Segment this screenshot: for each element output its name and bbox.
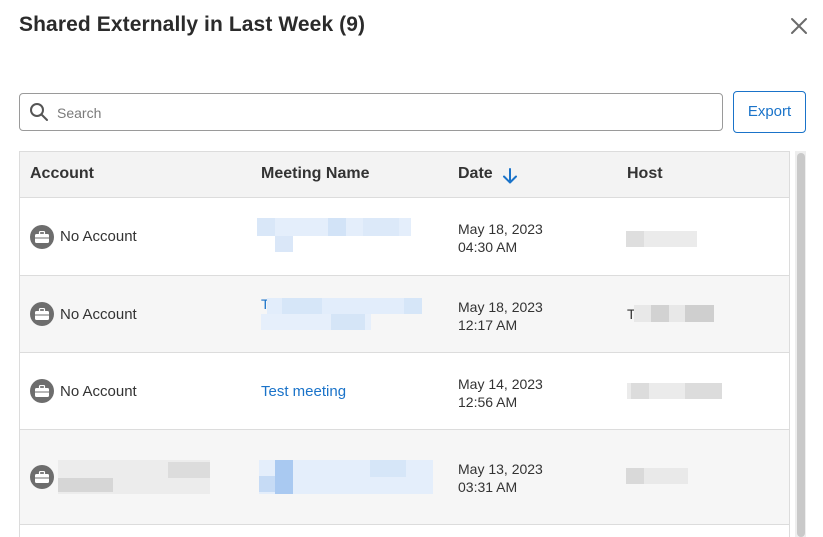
scrollbar-thumb[interactable] bbox=[797, 153, 805, 537]
column-header-date[interactable]: Date bbox=[458, 165, 493, 183]
table-row[interactable]: May 13, 2023 03:31 AM bbox=[20, 430, 789, 525]
search-icon bbox=[30, 103, 48, 121]
redaction-block bbox=[631, 383, 649, 399]
redaction-block bbox=[404, 298, 422, 314]
redaction-block bbox=[275, 460, 293, 494]
search-input[interactable] bbox=[55, 94, 719, 132]
table-header: Account Meeting Name Date Host bbox=[20, 152, 789, 198]
dialog-title: Shared Externally in Last Week (9) bbox=[19, 13, 366, 36]
date-cell: May 18, 2023 12:17 AM bbox=[458, 298, 543, 334]
redaction-block bbox=[626, 468, 644, 484]
export-button[interactable]: Export bbox=[733, 91, 806, 133]
arrow-down-icon[interactable] bbox=[502, 167, 518, 185]
redaction-block bbox=[363, 218, 399, 236]
table-row[interactable]: No Account May 18, 2023 04:30 AM bbox=[20, 198, 789, 276]
redaction-block bbox=[626, 231, 644, 247]
date-text: May 18, 2023 bbox=[458, 299, 543, 315]
redaction-block bbox=[328, 218, 346, 236]
account-name: No Account bbox=[60, 306, 137, 323]
table-row[interactable]: No Account Test meeting May 14, 2023 12:… bbox=[20, 353, 789, 430]
shared-meetings-table: Account Meeting Name Date Host No Accoun… bbox=[19, 151, 790, 537]
column-header-account[interactable]: Account bbox=[30, 165, 94, 183]
redaction-block bbox=[685, 305, 714, 322]
column-header-meeting-name[interactable]: Meeting Name bbox=[261, 165, 369, 183]
date-text: May 13, 2023 bbox=[458, 461, 543, 477]
briefcase-icon bbox=[30, 302, 54, 326]
meeting-name-link[interactable]: Test meeting bbox=[261, 383, 346, 400]
redaction-block bbox=[370, 460, 406, 477]
redaction-block bbox=[651, 305, 669, 322]
table-row[interactable]: No Account T May 18, 2023 12:17 AM T bbox=[20, 276, 789, 353]
date-cell: May 18, 2023 04:30 AM bbox=[458, 220, 543, 256]
time-text: 12:56 AM bbox=[458, 394, 518, 410]
close-icon[interactable] bbox=[788, 15, 810, 37]
redaction-block bbox=[259, 476, 275, 492]
date-cell: May 14, 2023 12:56 AM bbox=[458, 375, 543, 411]
redaction-block bbox=[331, 314, 365, 330]
time-text: 04:30 AM bbox=[458, 239, 518, 255]
briefcase-icon bbox=[30, 465, 54, 489]
redaction-block bbox=[275, 236, 293, 252]
briefcase-icon bbox=[30, 225, 54, 249]
redaction-block bbox=[685, 383, 722, 399]
column-header-host[interactable]: Host bbox=[627, 165, 663, 183]
redaction-block bbox=[257, 218, 275, 236]
redaction-block bbox=[282, 298, 322, 314]
time-text: 03:31 AM bbox=[458, 479, 518, 495]
date-cell: May 13, 2023 03:31 AM bbox=[458, 460, 543, 496]
account-name: No Account bbox=[60, 228, 137, 245]
date-text: May 14, 2023 bbox=[458, 376, 543, 392]
briefcase-icon bbox=[30, 379, 54, 403]
account-name: No Account bbox=[60, 383, 137, 400]
redaction-block bbox=[58, 478, 113, 492]
redaction-block bbox=[168, 462, 210, 478]
search-box[interactable] bbox=[19, 93, 723, 132]
date-text: May 18, 2023 bbox=[458, 221, 543, 237]
time-text: 12:17 AM bbox=[458, 317, 518, 333]
